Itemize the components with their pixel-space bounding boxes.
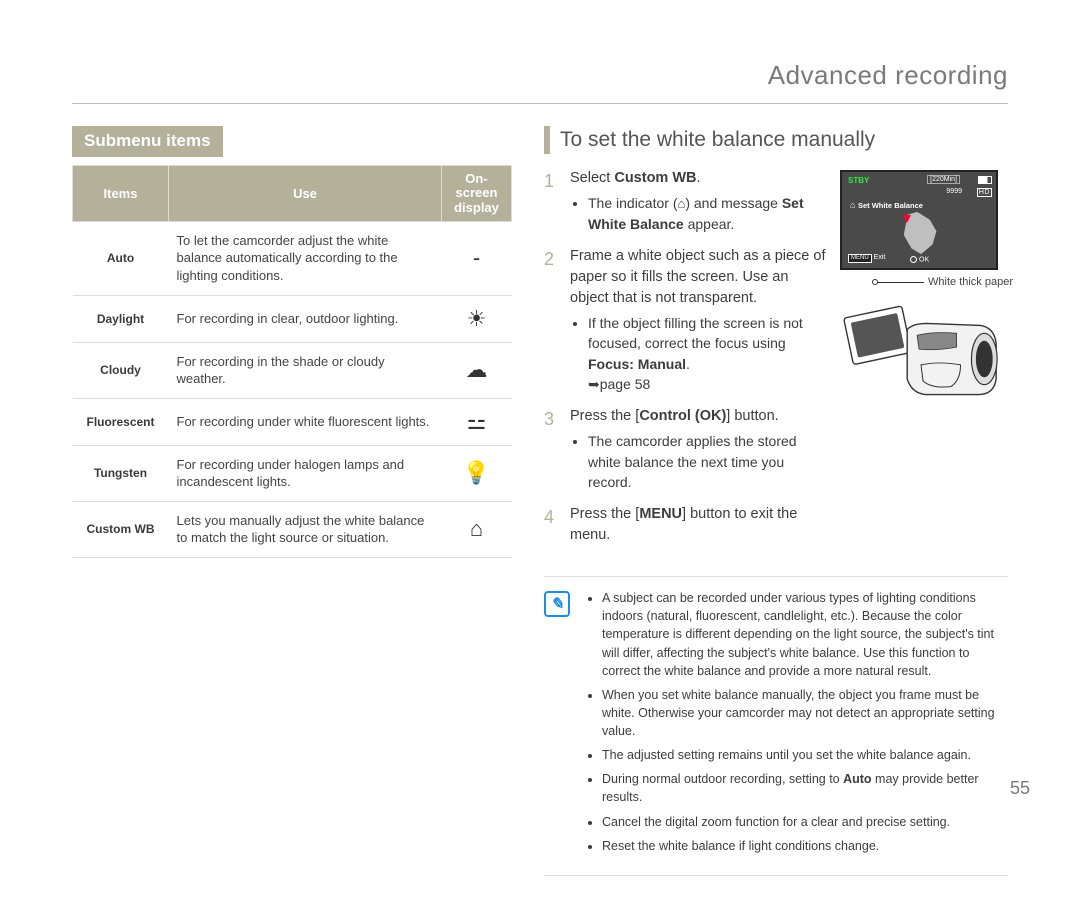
cell-item: Daylight [73, 295, 169, 342]
cell-item: Fluorescent [73, 398, 169, 445]
cell-use: For recording under white fluorescent li… [169, 398, 442, 445]
step-number: 4 [544, 504, 554, 530]
step-2: 2 Frame a white object such as a piece o… [544, 246, 826, 394]
heading-accent-bar [544, 126, 550, 154]
cell-use: For recording in clear, outdoor lighting… [169, 295, 442, 342]
step-1: 1 Select Custom WB. The indicator (⌂) an… [544, 168, 826, 234]
cloud-icon: ☁ [442, 342, 512, 398]
steps-container: 1 Select Custom WB. The indicator (⌂) an… [544, 168, 826, 558]
camcorder-illustration [840, 302, 1008, 414]
cell-use: For recording in the shade or cloudy wea… [169, 342, 442, 398]
lcd-counter: 9999 [946, 188, 962, 195]
page-root: Advanced recording Submenu items Items U… [0, 0, 1080, 916]
bulb-icon: 💡 [442, 445, 512, 501]
submenu-heading: Submenu items [72, 126, 223, 157]
cell-use: To let the camcorder adjust the white ba… [169, 221, 442, 295]
cell-use: For recording under halogen lamps and in… [169, 445, 442, 501]
table-row: Tungsten For recording under halogen lam… [73, 445, 512, 501]
note-item: Cancel the digital zoom function for a c… [602, 813, 1008, 831]
page-title: Advanced recording [72, 60, 1008, 104]
lcd-menu-hint: MENUExit [848, 254, 885, 263]
table-header-row: Items Use On-screen display [73, 166, 512, 222]
note-box: ✎ A subject can be recorded under variou… [544, 576, 1008, 876]
section-heading: To set the white balance manually [544, 126, 1008, 154]
sun-icon: ☀ [442, 295, 512, 342]
note-item: Reset the white balance if light conditi… [602, 837, 1008, 855]
right-column: To set the white balance manually 1 Sele… [544, 126, 1008, 876]
steps-and-figure: 1 Select Custom WB. The indicator (⌂) an… [544, 168, 1008, 558]
two-column-layout: Submenu items Items Use On-screen displa… [72, 126, 1008, 876]
battery-icon [978, 176, 992, 184]
note-item: During normal outdoor recording, setting… [602, 770, 1008, 806]
fluorescent-icon: ⚍ [442, 398, 512, 445]
cell-use: Lets you manually adjust the white balan… [169, 501, 442, 557]
steps-list: 1 Select Custom WB. The indicator (⌂) an… [544, 168, 826, 546]
heading-text: To set the white balance manually [560, 128, 875, 152]
step-3: 3 Press the [Control (OK)] button. The c… [544, 406, 826, 492]
note-list: A subject can be recorded under various … [584, 589, 1008, 861]
lcd-stby-label: STBY [848, 176, 869, 185]
page-number: 55 [1010, 778, 1030, 799]
lcd-swb-label: ⌂ Set White Balance [850, 200, 923, 210]
th-display: On-screen display [442, 166, 512, 222]
table-row: Auto To let the camcorder adjust the whi… [73, 221, 512, 295]
paper-callout: White thick paper [928, 276, 1013, 288]
step-number: 3 [544, 406, 554, 432]
table-row: Daylight For recording in clear, outdoor… [73, 295, 512, 342]
cell-item: Cloudy [73, 342, 169, 398]
cell-item: Auto [73, 221, 169, 295]
custom-wb-icon: ⌂ [442, 501, 512, 557]
cell-item: Tungsten [73, 445, 169, 501]
table-row: Custom WB Lets you manually adjust the w… [73, 501, 512, 557]
submenu-table: Items Use On-screen display Auto To let … [72, 165, 512, 558]
cell-item: Custom WB [73, 501, 169, 557]
note-item: The adjusted setting remains until you s… [602, 746, 1008, 764]
pointer-icon: ▼ [900, 210, 914, 226]
table-row: Fluorescent For recording under white fl… [73, 398, 512, 445]
lcd-time-remaining: [220Min] [927, 175, 960, 184]
lcd-ok-hint: OK [910, 256, 929, 263]
left-column: Submenu items Items Use On-screen displa… [72, 126, 512, 876]
note-icon: ✎ [544, 591, 570, 617]
th-use: Use [169, 166, 442, 222]
step-4: 4 Press the [MENU] button to exit the me… [544, 504, 826, 546]
table-row: Cloudy For recording in the shade or clo… [73, 342, 512, 398]
step-2-sub: If the object filling the screen is not … [588, 313, 826, 394]
figure-column: STBY [220Min] 9999 HD ⌂ Set White Balanc… [840, 168, 1008, 558]
hd-icon: HD [977, 188, 992, 197]
page-ref-icon: ➥ [588, 376, 600, 392]
step-1-sub: The indicator (⌂) and message Set White … [588, 193, 826, 234]
wb-auto-icon: - [442, 221, 512, 295]
step-3-sub: The camcorder applies the stored white b… [588, 431, 826, 492]
lcd-screen: STBY [220Min] 9999 HD ⌂ Set White Balanc… [840, 170, 998, 270]
note-item: When you set white balance manually, the… [602, 686, 1008, 740]
step-number: 2 [544, 246, 554, 272]
step-number: 1 [544, 168, 554, 194]
note-item: A subject can be recorded under various … [602, 589, 1008, 680]
th-items: Items [73, 166, 169, 222]
